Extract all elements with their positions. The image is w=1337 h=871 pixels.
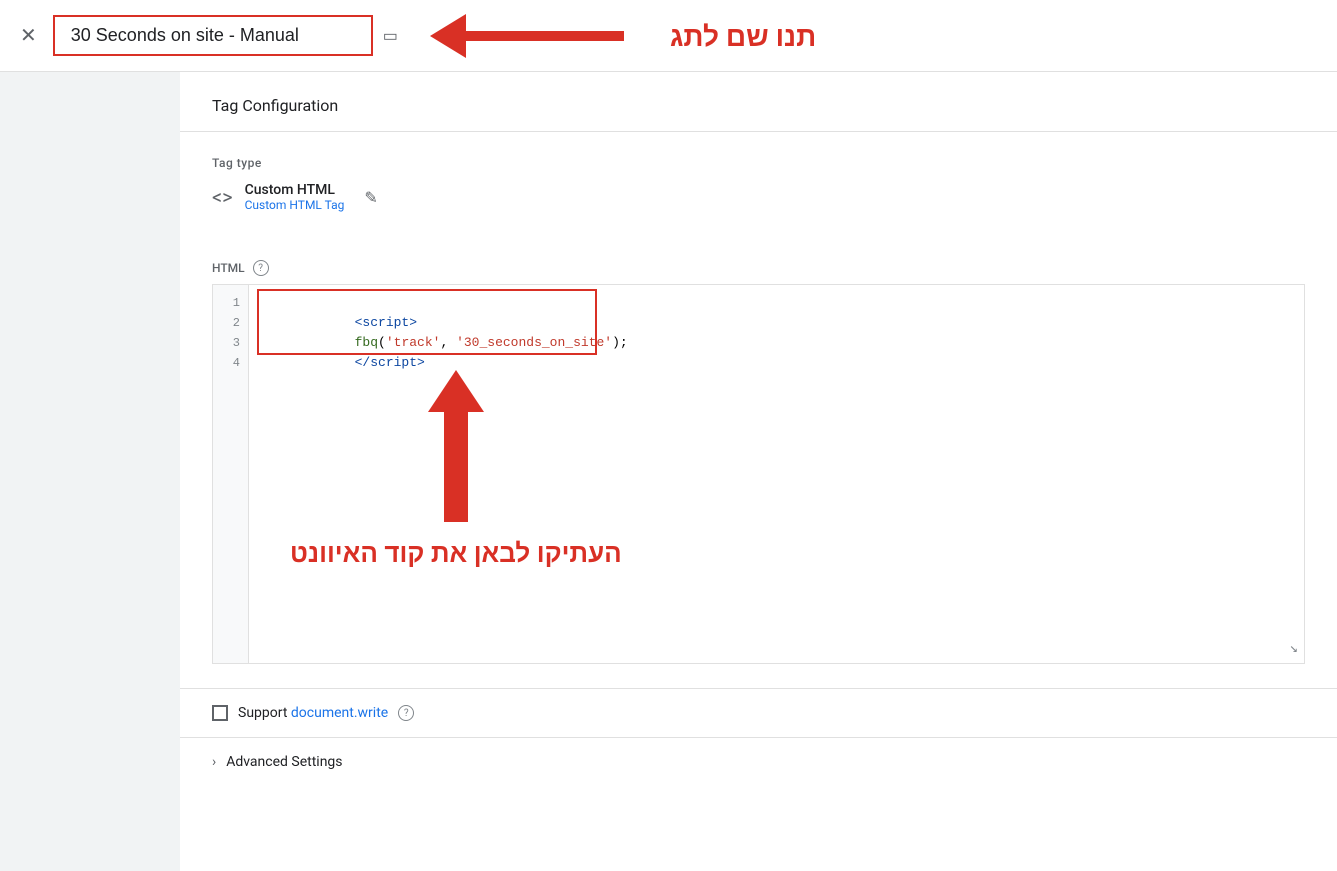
script-close-tag: </script>: [355, 355, 425, 370]
paren-open: (: [378, 335, 386, 350]
tag-type-label: Tag type: [212, 156, 1305, 170]
tag-config-section: Tag type <> Custom HTML Custom HTML Tag …: [180, 132, 1337, 260]
left-arrow: [430, 14, 624, 58]
html-label: HTML: [212, 261, 245, 275]
folder-icon[interactable]: ▭: [383, 26, 398, 45]
paren-close: );: [612, 335, 628, 350]
support-prefix: Support: [238, 705, 291, 721]
tag-type-sub: Custom HTML Tag: [245, 198, 345, 212]
code-content[interactable]: <script> fbq('track', '30_seconds_on_sit…: [249, 285, 1304, 663]
comma: ,: [440, 335, 456, 350]
tag-type-info: Custom HTML Custom HTML Tag: [245, 182, 345, 212]
support-doc-link[interactable]: document.write: [291, 705, 388, 721]
tag-type-row: <> Custom HTML Custom HTML Tag ✎: [212, 182, 1305, 212]
code-icon: <>: [212, 185, 233, 209]
support-doc-row: Support document.write ?: [180, 688, 1337, 737]
line-num-2: 2: [213, 313, 248, 333]
event-string: '30_seconds_on_site': [456, 335, 612, 350]
fbq-func: fbq: [355, 335, 378, 350]
top-bar: ✕ ▭ תנו שם לתג: [0, 0, 1337, 72]
close-button[interactable]: ✕: [16, 19, 41, 52]
html-section: HTML ? 1 2 3 4 <script> fbq('t: [180, 260, 1337, 688]
resize-handle[interactable]: ↘: [1290, 640, 1298, 657]
chevron-right-icon: ›: [212, 754, 216, 770]
top-annotation: תנו שם לתג: [430, 14, 816, 58]
section-title: Tag Configuration: [180, 72, 1337, 132]
code-line-1: <script>: [261, 293, 1292, 313]
code-lines-container: 1 2 3 4 <script> fbq('track', '30_second…: [213, 285, 1304, 663]
html-label-row: HTML ?: [212, 260, 1305, 276]
line-num-1: 1: [213, 293, 248, 313]
support-doc-label: Support document.write: [238, 705, 388, 721]
html-help-icon[interactable]: ?: [253, 260, 269, 276]
top-annotation-text: תנו שם לתג: [670, 20, 816, 53]
arrow-head-left-icon: [430, 14, 466, 58]
edit-icon[interactable]: ✎: [364, 188, 377, 207]
support-help-icon[interactable]: ?: [398, 705, 414, 721]
advanced-settings-row[interactable]: › Advanced Settings: [180, 737, 1337, 786]
line-num-4: 4: [213, 353, 248, 373]
track-string: 'track': [386, 335, 441, 350]
advanced-label: Advanced Settings: [226, 754, 342, 770]
line-numbers: 1 2 3 4: [213, 285, 249, 663]
main-content: Tag Configuration Tag type <> Custom HTM…: [180, 72, 1337, 871]
sidebar: [0, 72, 180, 871]
code-editor[interactable]: 1 2 3 4 <script> fbq('track', '30_second…: [212, 284, 1305, 664]
tag-type-name: Custom HTML: [245, 182, 345, 198]
tag-name-input[interactable]: [53, 15, 373, 56]
script-open-tag: <script>: [355, 315, 417, 330]
arrow-shaft-horizontal: [464, 31, 624, 41]
line-num-3: 3: [213, 333, 248, 353]
support-doc-checkbox[interactable]: [212, 705, 228, 721]
